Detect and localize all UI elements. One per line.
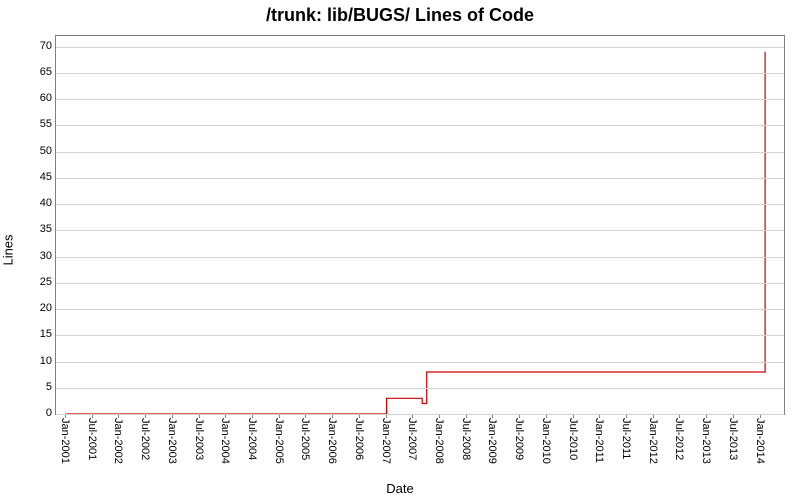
plot-area bbox=[55, 35, 785, 415]
x-tick-label: Jan-2007 bbox=[380, 418, 392, 464]
chart-container: /trunk: lib/BUGS/ Lines of Code Lines Da… bbox=[0, 0, 800, 500]
gridline-h bbox=[56, 204, 784, 205]
x-tick-label: Jul-2006 bbox=[353, 418, 365, 460]
x-tick-label: Jan-2004 bbox=[219, 418, 231, 464]
y-tick-label: 5 bbox=[46, 381, 52, 393]
gridline-h bbox=[56, 73, 784, 74]
x-tick-label: Jul-2003 bbox=[193, 418, 205, 460]
y-tick-label: 15 bbox=[40, 328, 52, 340]
gridline-h bbox=[56, 47, 784, 48]
x-tick-label: Jul-2001 bbox=[86, 418, 98, 460]
y-axis-label: Lines bbox=[1, 234, 16, 265]
x-tick-label: Jul-2002 bbox=[139, 418, 151, 460]
gridline-h bbox=[56, 99, 784, 100]
x-tick-label: Jul-2010 bbox=[567, 418, 579, 460]
x-tick-label: Jul-2004 bbox=[246, 418, 258, 460]
y-tick-label: 50 bbox=[40, 145, 52, 157]
x-tick-label: Jan-2001 bbox=[59, 418, 71, 464]
x-tick-label: Jan-2006 bbox=[326, 418, 338, 464]
gridline-h bbox=[56, 283, 784, 284]
gridline-h bbox=[56, 414, 784, 415]
y-tick-label: 35 bbox=[40, 223, 52, 235]
line-series-svg bbox=[56, 36, 784, 414]
x-tick-label: Jul-2013 bbox=[727, 418, 739, 460]
y-tick-label: 10 bbox=[40, 355, 52, 367]
gridline-h bbox=[56, 152, 784, 153]
x-tick-label: Jan-2013 bbox=[700, 418, 712, 464]
x-tick-label: Jan-2005 bbox=[273, 418, 285, 464]
y-tick-label: 55 bbox=[40, 118, 52, 130]
x-tick-label: Jul-2009 bbox=[513, 418, 525, 460]
gridline-h bbox=[56, 335, 784, 336]
x-tick-label: Jan-2009 bbox=[486, 418, 498, 464]
y-tick-label: 60 bbox=[40, 92, 52, 104]
y-tick-label: 20 bbox=[40, 302, 52, 314]
gridline-h bbox=[56, 257, 784, 258]
gridline-h bbox=[56, 309, 784, 310]
chart-title: /trunk: lib/BUGS/ Lines of Code bbox=[0, 5, 800, 26]
y-tick-label: 65 bbox=[40, 66, 52, 78]
y-tick-label: 25 bbox=[40, 276, 52, 288]
x-tick-label: Jul-2007 bbox=[406, 418, 418, 460]
x-tick-label: Jan-2012 bbox=[647, 418, 659, 464]
x-axis-label: Date bbox=[0, 481, 800, 496]
x-tick-label: Jan-2011 bbox=[593, 418, 605, 463]
gridline-h bbox=[56, 388, 784, 389]
gridline-h bbox=[56, 125, 784, 126]
y-tick-label: 40 bbox=[40, 197, 52, 209]
gridline-h bbox=[56, 230, 784, 231]
y-tick-label: 0 bbox=[46, 407, 52, 419]
y-tick-label: 45 bbox=[40, 171, 52, 183]
x-tick-label: Jul-2011 bbox=[620, 418, 632, 459]
x-tick-label: Jul-2005 bbox=[299, 418, 311, 460]
x-tick-label: Jan-2010 bbox=[540, 418, 552, 464]
x-tick-label: Jul-2008 bbox=[460, 418, 472, 460]
x-tick-label: Jan-2002 bbox=[112, 418, 124, 464]
x-tick-label: Jul-2012 bbox=[673, 418, 685, 460]
y-tick-label: 30 bbox=[40, 250, 52, 262]
gridline-h bbox=[56, 178, 784, 179]
x-tick-label: Jan-2003 bbox=[166, 418, 178, 464]
x-tick-label: Jan-2008 bbox=[433, 418, 445, 464]
x-tick-label: Jan-2014 bbox=[754, 418, 766, 464]
y-tick-label: 70 bbox=[40, 40, 52, 52]
gridline-h bbox=[56, 362, 784, 363]
